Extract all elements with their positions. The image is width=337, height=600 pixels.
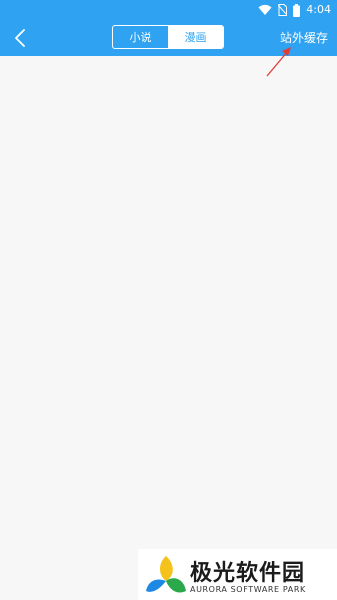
status-icons: 4:04 <box>258 2 331 18</box>
aurora-logo-icon <box>146 556 186 593</box>
tab-comic[interactable]: 漫画 <box>168 26 223 48</box>
wifi-icon <box>258 4 272 15</box>
content-area <box>0 56 337 600</box>
status-time: 4:04 <box>306 3 331 16</box>
watermark-title: 极光软件园 <box>190 561 306 586</box>
category-tabs: 小说 漫画 <box>112 25 224 49</box>
chevron-left-icon <box>15 29 25 47</box>
watermark-subtitle: AURORA SOFTWARE PARK <box>190 585 306 594</box>
battery-icon <box>293 3 301 17</box>
no-sim-icon <box>278 4 288 16</box>
watermark: 极光软件园 AURORA SOFTWARE PARK <box>138 549 337 600</box>
tab-novel[interactable]: 小说 <box>113 26 168 48</box>
back-button[interactable] <box>8 26 32 50</box>
status-bar: 4:04 <box>0 0 337 20</box>
annotation-arrow <box>266 47 291 77</box>
